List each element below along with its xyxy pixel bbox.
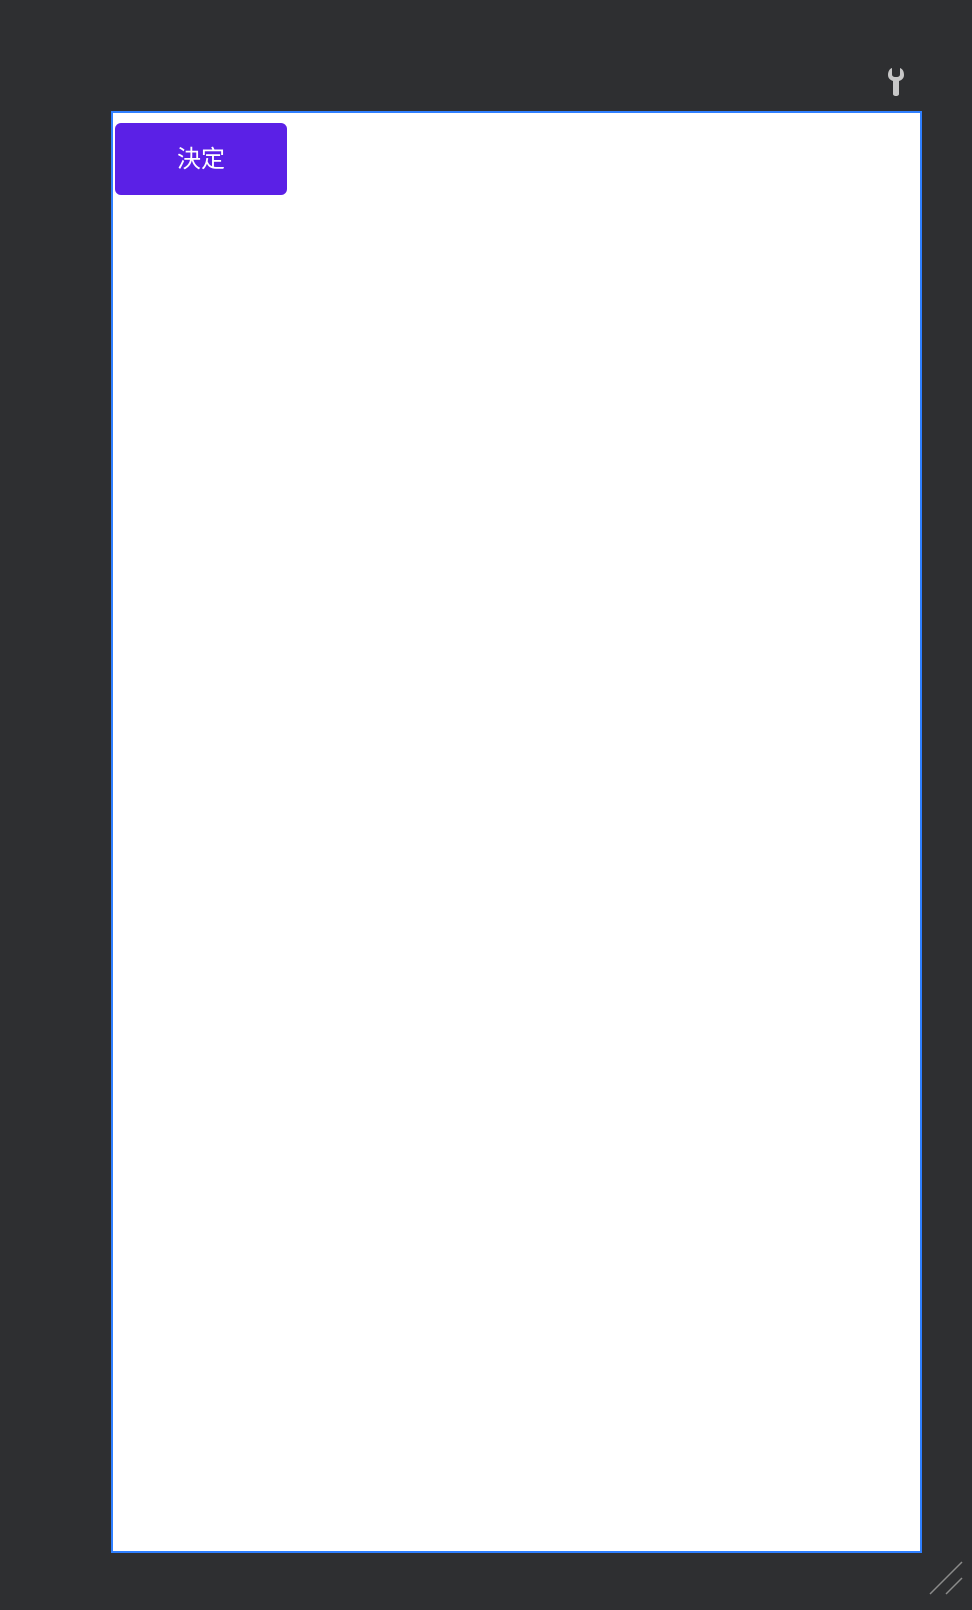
wrench-icon[interactable] [883, 66, 909, 96]
device-preview: ル 決定 [111, 111, 922, 1553]
decide-button[interactable]: 決定 [115, 123, 287, 195]
resize-handle-icon[interactable] [926, 1558, 966, 1598]
